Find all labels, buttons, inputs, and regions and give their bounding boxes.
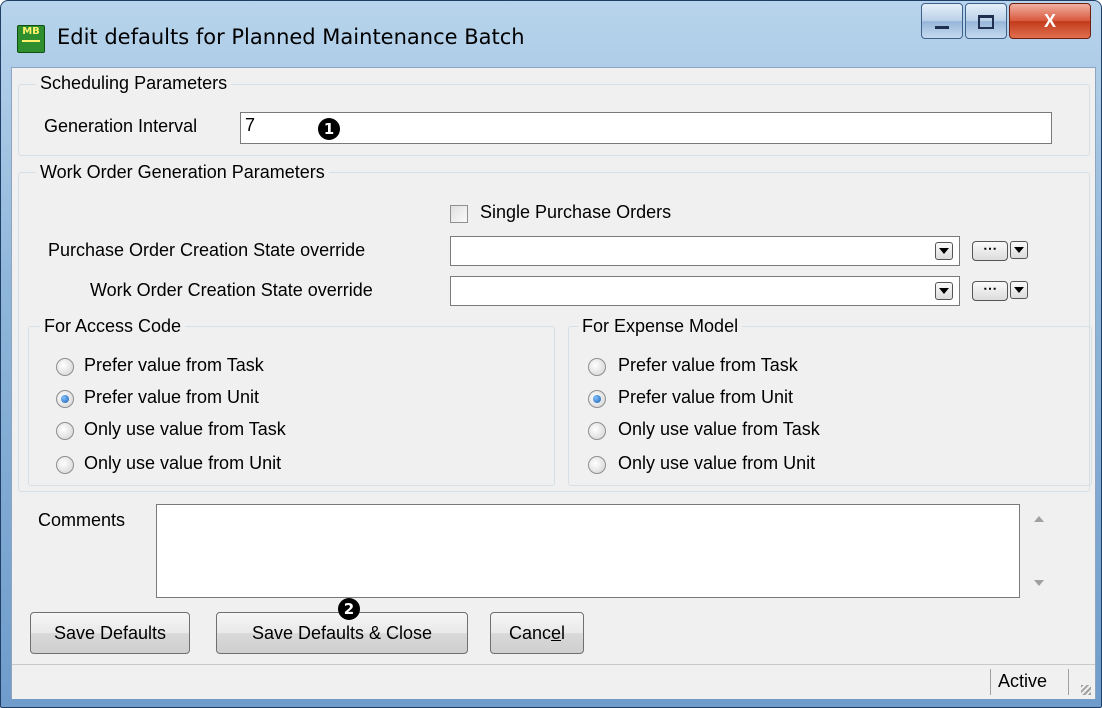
scroll-down-icon[interactable]	[1034, 580, 1044, 586]
expense-model-option-label: Only use value from Task	[618, 419, 820, 439]
wo-creation-state-label: Work Order Creation State override	[90, 280, 373, 300]
single-purchase-orders-checkbox[interactable]	[450, 205, 468, 223]
access-code-option-label: Prefer value from Unit	[84, 387, 260, 407]
status-state: Active	[998, 671, 1048, 691]
maximize-icon	[978, 15, 994, 30]
app-icon-text: MB	[22, 26, 40, 37]
cancel-label-start: Canc	[508, 623, 551, 643]
expense-model-radio-prefer-task[interactable]	[588, 358, 606, 376]
work-order-parameters-legend: Work Order Generation Parameters	[36, 162, 329, 183]
app-icon-bar	[22, 40, 40, 50]
scheduling-parameters-legend: Scheduling Parameters	[36, 73, 232, 94]
save-defaults-button[interactable]: Save Defaults	[30, 612, 190, 654]
access-code-option-label: Prefer value from Task	[84, 355, 264, 375]
status-bar: Active	[12, 664, 1095, 699]
close-icon: X	[1043, 11, 1056, 31]
minimize-icon	[935, 25, 949, 29]
cancel-label-mnemonic: e	[551, 623, 562, 643]
expense-model-option-label: Prefer value from Task	[618, 355, 798, 375]
save-defaults-close-button[interactable]: Save Defaults & Close	[216, 612, 468, 654]
single-purchase-orders-label: Single Purchase Orders	[480, 202, 672, 222]
annotation-marker-1: 1	[318, 118, 340, 140]
cancel-button[interactable]: Cancel	[490, 612, 584, 654]
comments-scrollbar[interactable]	[1030, 504, 1050, 598]
access-code-radio-only-unit[interactable]	[56, 456, 74, 474]
title-bar[interactable]: MB Edit defaults for Planned Maintenance…	[1, 1, 1101, 71]
po-creation-state-combo[interactable]	[450, 236, 960, 266]
window-title: Edit defaults for Planned Maintenance Ba…	[57, 25, 525, 49]
comments-textarea[interactable]	[156, 504, 1020, 598]
status-separator	[990, 669, 991, 695]
generation-interval-input[interactable]: 7	[240, 112, 1052, 144]
po-state-dropdown-button[interactable]	[1010, 241, 1028, 259]
annotation-marker-2: 2	[338, 598, 360, 620]
expense-model-radio-only-task[interactable]	[588, 422, 606, 440]
access-code-radio-prefer-unit[interactable]	[56, 390, 74, 408]
chevron-down-icon[interactable]	[935, 282, 953, 300]
wo-state-ellipsis-button[interactable]: ⋯	[972, 281, 1008, 301]
wo-state-dropdown-button[interactable]	[1010, 281, 1028, 299]
comments-label: Comments	[38, 510, 126, 530]
po-creation-state-label: Purchase Order Creation State override	[48, 240, 366, 260]
access-code-radio-only-task[interactable]	[56, 422, 74, 440]
generation-interval-label: Generation Interval	[44, 116, 198, 136]
access-code-option-label: Only use value from Task	[84, 419, 286, 439]
minimize-button[interactable]	[921, 3, 963, 39]
wo-creation-state-combo[interactable]	[450, 276, 960, 306]
access-code-radio-prefer-task[interactable]	[56, 358, 74, 376]
resize-grip-icon[interactable]	[1081, 685, 1091, 695]
dialog-client-area: Scheduling Parameters Generation Interva…	[11, 67, 1096, 699]
close-button[interactable]: X	[1009, 3, 1091, 39]
app-icon: MB	[17, 25, 45, 53]
cancel-label-end: l	[561, 623, 566, 643]
access-code-legend: For Access Code	[40, 316, 186, 337]
status-separator	[1068, 669, 1069, 695]
chevron-down-icon[interactable]	[935, 242, 953, 260]
expense-model-option-label: Prefer value from Unit	[618, 387, 794, 407]
access-code-option-label: Only use value from Unit	[84, 453, 282, 473]
expense-model-option-label: Only use value from Unit	[618, 453, 816, 473]
maximize-button[interactable]	[965, 3, 1007, 39]
expense-model-legend: For Expense Model	[578, 316, 743, 337]
expense-model-radio-prefer-unit[interactable]	[588, 390, 606, 408]
scroll-up-icon[interactable]	[1034, 516, 1044, 522]
expense-model-radio-only-unit[interactable]	[588, 456, 606, 474]
window-frame: MB Edit defaults for Planned Maintenance…	[0, 0, 1102, 708]
po-state-ellipsis-button[interactable]: ⋯	[972, 241, 1008, 261]
